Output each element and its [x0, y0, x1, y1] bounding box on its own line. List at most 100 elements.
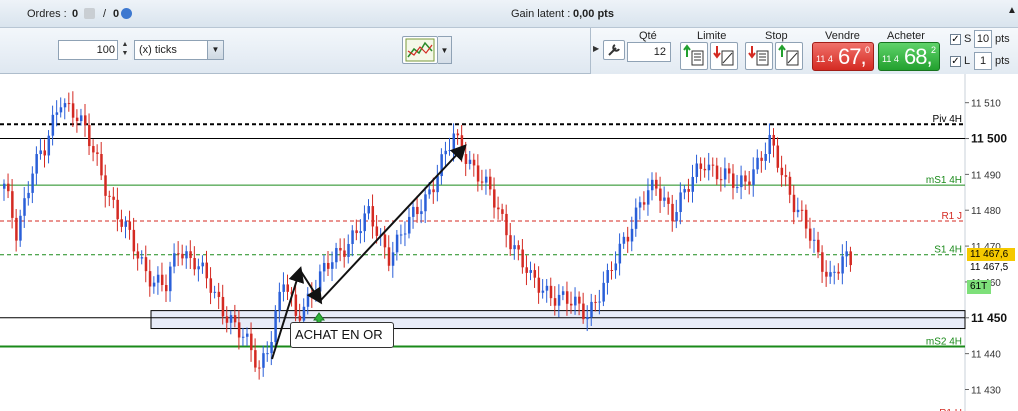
candle-body	[671, 203, 674, 222]
stop-buy-button[interactable]	[775, 42, 803, 70]
candle-body	[489, 176, 492, 190]
candle-body	[327, 262, 330, 269]
candle-body	[736, 187, 739, 189]
candle-body	[691, 176, 694, 192]
candle-body	[821, 252, 824, 272]
orders-separator: /	[103, 8, 107, 20]
candle-body	[711, 164, 715, 166]
candle-body	[67, 103, 71, 105]
limit-label: Limite	[697, 30, 727, 42]
candle-body	[428, 189, 431, 195]
sell-price-main: 67,	[838, 44, 867, 69]
buy-price-prefix: 11 4	[882, 54, 899, 64]
candle-body	[144, 257, 148, 272]
candle-body	[278, 291, 281, 311]
qty-input[interactable]: 12	[627, 42, 671, 62]
order-panel: ▶ Qté 12 Limite Stop Vendre 11 4 67, 0 A…	[590, 28, 946, 74]
candle-body	[444, 150, 447, 155]
settings-button[interactable]	[603, 40, 625, 60]
interval-stepper[interactable]: ▲ ▼	[117, 40, 132, 60]
candle-body	[383, 234, 387, 248]
candle-body	[808, 228, 812, 241]
candle-body	[241, 336, 245, 338]
chart-type-button[interactable]	[402, 36, 438, 64]
candle-body	[521, 249, 524, 268]
candle-body	[683, 189, 686, 193]
candle-body	[553, 298, 557, 306]
candle-body	[35, 154, 38, 174]
limit-points-input[interactable]: 1	[974, 52, 992, 70]
candle-body	[39, 150, 42, 155]
candle-body	[622, 236, 626, 244]
y-tick-label: 11 490	[971, 170, 1001, 181]
orders-icon[interactable]	[84, 8, 95, 19]
candle-body	[497, 207, 500, 210]
latent-gain-value: 0,00 pts	[573, 8, 614, 20]
candle-body	[505, 213, 508, 236]
candle-body	[634, 207, 638, 229]
limit-checkbox[interactable]: ✓	[950, 56, 961, 67]
candle-body	[715, 165, 719, 180]
stepper-down-icon[interactable]: ▼	[118, 49, 132, 58]
candle-body	[185, 251, 188, 259]
stop-unit: pts	[995, 33, 1010, 45]
chevron-down-icon[interactable]: ▼	[207, 41, 223, 59]
limit-buy-button[interactable]	[680, 42, 708, 70]
candle-body	[804, 209, 808, 229]
candle-body	[646, 190, 650, 205]
candle-body	[217, 291, 221, 297]
candle-body	[116, 199, 119, 220]
stop-points-input[interactable]: 10	[974, 30, 992, 48]
candle-body	[282, 284, 285, 292]
buy-button[interactable]: 11 4 68, 2	[878, 42, 940, 71]
stop-checkbox[interactable]: ✓	[950, 34, 961, 45]
price-chart[interactable]: Piv 4HmS1 4HR1 JS1 4HmS2 4HR1 H11 51011 …	[0, 74, 1018, 411]
candle-body	[829, 272, 832, 277]
candle-body	[841, 256, 844, 274]
stop-sell-icon	[748, 46, 769, 66]
interval-unit-select[interactable]: (x) ticks ▼	[134, 40, 224, 60]
candle-body	[250, 333, 253, 351]
candle-body	[590, 301, 593, 318]
candle-body	[699, 163, 703, 169]
trend-arrow	[319, 144, 467, 302]
level-label: mS2 4H	[926, 336, 962, 347]
limit-sell-button[interactable]	[710, 42, 738, 70]
candle-body	[476, 165, 480, 182]
candle-body	[88, 125, 91, 147]
chart-type-icon	[405, 38, 435, 62]
candle-body	[484, 176, 488, 183]
candle-body	[84, 115, 87, 126]
candle-body	[229, 315, 233, 323]
limit-sell-icon	[713, 46, 734, 66]
buy-label: Acheter	[887, 30, 925, 42]
candle-body	[468, 159, 472, 164]
candle-body	[695, 163, 699, 177]
candle-body	[659, 188, 662, 201]
candle-body	[687, 189, 690, 192]
orders-label: Ordres :	[27, 8, 67, 20]
candle-body	[258, 367, 261, 369]
candle-body	[723, 168, 727, 180]
collapse-arrow-icon[interactable]: ▲	[1007, 5, 1017, 16]
collapse-panel-icon[interactable]: ▶	[593, 42, 601, 56]
gears-icon[interactable]	[121, 8, 132, 19]
level-label: Piv 4H	[933, 114, 962, 125]
candle-body	[517, 245, 520, 250]
candle-body	[744, 175, 747, 182]
stop-sell-button[interactable]	[745, 42, 773, 70]
chart-canvas[interactable]: Piv 4HmS1 4HR1 JS1 4HmS2 4HR1 H11 51011 …	[0, 74, 1018, 411]
candle-body	[177, 253, 180, 255]
candle-body	[780, 167, 784, 176]
candle-body	[274, 310, 277, 343]
candle-body	[610, 270, 613, 272]
chart-type-dropdown[interactable]: ▼	[438, 36, 452, 64]
candle-body	[565, 291, 569, 304]
stepper-up-icon[interactable]: ▲	[118, 40, 132, 49]
candle-body	[112, 196, 115, 200]
candle-body	[424, 194, 427, 212]
candle-body	[788, 176, 792, 195]
candle-body	[100, 154, 103, 176]
sell-button[interactable]: 11 4 67, 0	[812, 42, 874, 71]
candle-body	[19, 215, 22, 241]
